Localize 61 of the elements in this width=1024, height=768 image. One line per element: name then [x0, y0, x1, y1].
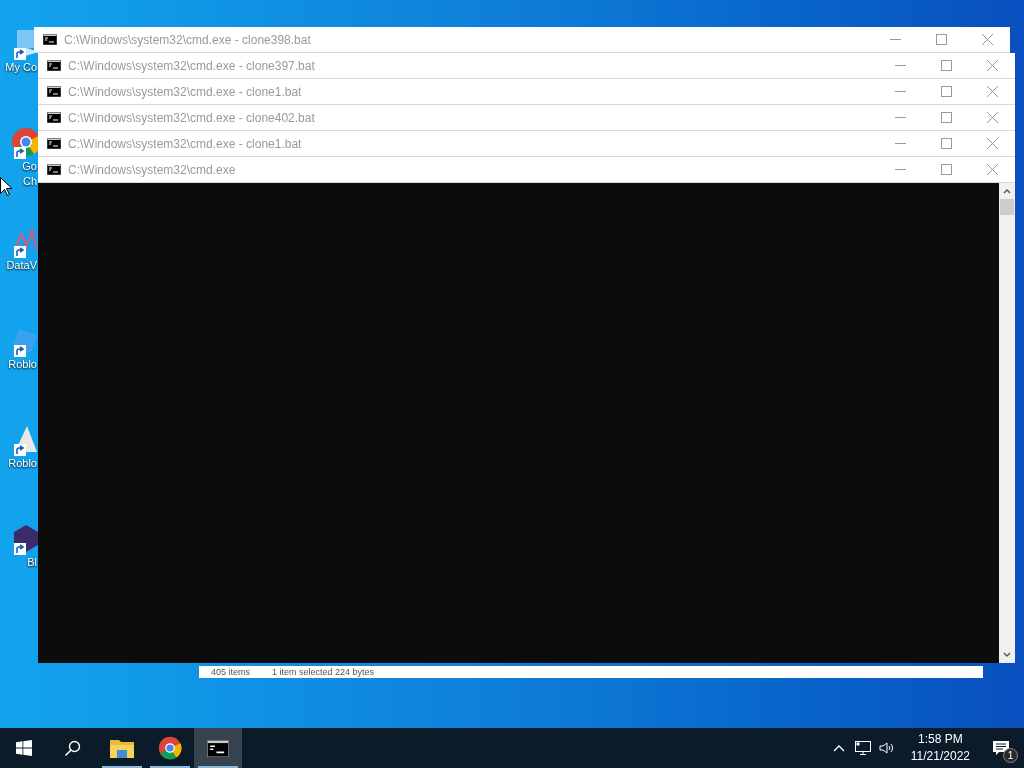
- close-icon: [986, 60, 998, 71]
- close-icon: [986, 112, 998, 123]
- maximize-icon: [940, 86, 952, 97]
- notifications-button[interactable]: 1: [978, 728, 1024, 768]
- minimize-icon: [894, 143, 906, 144]
- minimize-icon: [894, 91, 906, 92]
- window-title: C:\Windows\system32\cmd.exe - clone402.bat: [68, 109, 315, 127]
- maximize-icon: [940, 112, 952, 123]
- desktop-icon-label[interactable]: DataV: [6, 258, 37, 273]
- maximize-icon: [940, 60, 952, 71]
- console-icon: [47, 86, 61, 97]
- window-title: C:\Windows\system32\cmd.exe - clone397.bat: [68, 57, 315, 75]
- shortcut-arrow-icon: [14, 543, 26, 555]
- console-icon: [47, 60, 61, 71]
- search-icon: [63, 739, 81, 757]
- close-icon: [986, 164, 998, 175]
- network-icon[interactable]: [854, 741, 871, 755]
- notifications-icon: [993, 741, 1009, 755]
- chrome-icon: [158, 736, 182, 760]
- desktop-icon-label[interactable]: Roblo: [8, 357, 37, 372]
- desktop-icon-label[interactable]: Bl: [27, 555, 37, 570]
- console-icon: [47, 164, 61, 175]
- windows-logo-icon: [16, 740, 32, 756]
- scroll-thumb[interactable]: [1000, 199, 1014, 215]
- clock[interactable]: 1:58 PM 11/21/2022: [906, 731, 974, 765]
- window-title: C:\Windows\system32\cmd.exe - clone1.bat: [68, 83, 302, 101]
- desktop-icon-label[interactable]: Go: [22, 159, 37, 174]
- window-title: C:\Windows\system32\cmd.exe - clone1.bat: [68, 135, 302, 153]
- desktop-icon-label[interactable]: Ch: [22, 174, 37, 189]
- shortcut-arrow-icon: [14, 345, 26, 357]
- chevron-up-icon[interactable]: [832, 744, 845, 752]
- console-icon: [47, 112, 61, 123]
- scrollbar[interactable]: [999, 183, 1015, 663]
- window-title: C:\Windows\system32\cmd.exe - clone398.bat: [64, 31, 311, 49]
- close-icon: [981, 34, 993, 45]
- cursor-icon: [0, 177, 12, 196]
- close-icon: [986, 86, 998, 97]
- console-icon: [47, 138, 61, 149]
- folder-icon: [110, 738, 134, 758]
- maximize-icon: [940, 164, 952, 175]
- maximize-icon: [935, 34, 947, 45]
- shortcut-arrow-icon: [14, 444, 26, 456]
- maximize-icon: [940, 138, 952, 149]
- minimize-icon: [894, 169, 906, 170]
- console-icon: [43, 34, 57, 45]
- desktop-icon-label[interactable]: My Co: [5, 60, 37, 75]
- close-icon: [986, 138, 998, 149]
- status-text: 405 items: [211, 667, 251, 677]
- minimize-icon: [889, 39, 901, 40]
- minimize-icon: [894, 65, 906, 66]
- speaker-icon[interactable]: [878, 741, 895, 755]
- taskbar-button[interactable]: [194, 728, 242, 768]
- desktop-icon-label[interactable]: Roblo: [8, 456, 37, 471]
- console-icon: [207, 739, 229, 757]
- notification-badge: 1: [1003, 748, 1018, 763]
- minimize-icon: [894, 117, 906, 118]
- shortcut-arrow-icon: [14, 147, 26, 159]
- window-title: C:\Windows\system32\cmd.exe: [68, 161, 236, 179]
- shortcut-arrow-icon: [14, 48, 26, 60]
- status-text: 1 item selected 224 bytes: [272, 667, 375, 677]
- shortcut-arrow-icon: [14, 246, 26, 258]
